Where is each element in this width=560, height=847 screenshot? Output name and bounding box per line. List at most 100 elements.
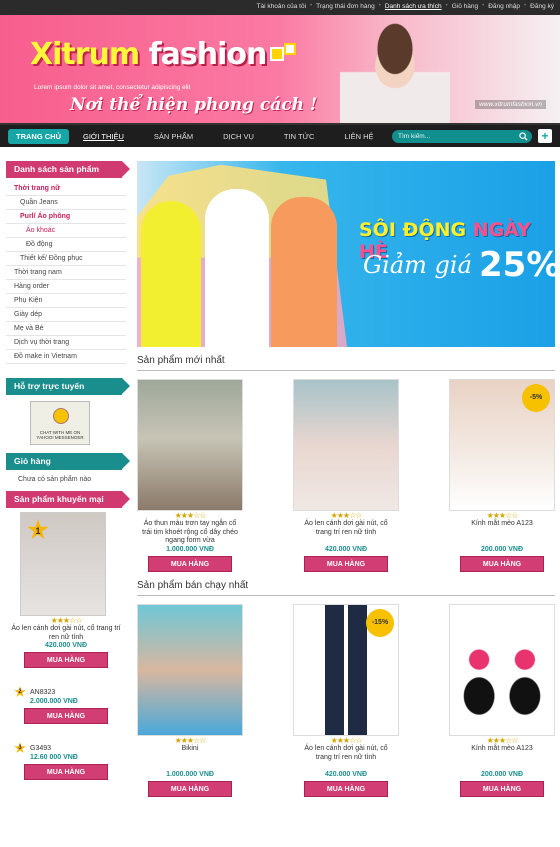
product-card: -15% ★★★☆☆ Áo len cánh dơi gài nút, cổ t… [293, 604, 399, 797]
link-order-status[interactable]: Trạng thái đơn hàng [316, 3, 375, 10]
link-login[interactable]: Đăng nhập [488, 3, 520, 10]
buy-button[interactable]: MUA HÀNG [304, 556, 388, 572]
left-sidebar: Danh sách sản phẩm Thời trang nữ Quần Je… [6, 161, 130, 780]
product-card: ★★★☆☆ Áo thun màu trơn tay ngắn cổ trái … [137, 379, 243, 572]
promo-title: Sản phẩm khuyến mại [6, 491, 130, 508]
product-image[interactable] [449, 604, 555, 736]
section-title: Sản phẩm bán chạy nhất [137, 572, 555, 596]
center-column: SÔI ĐỘNG NGÀY HÈ Giảm giá 25% Sản phẩm m… [137, 161, 555, 797]
banner-model [141, 201, 201, 347]
rating-stars: ★★★☆☆ [174, 511, 207, 520]
product-image[interactable] [137, 379, 243, 511]
new-products-grid: ★★★☆☆ Áo thun màu trơn tay ngắn cổ trái … [137, 379, 555, 572]
link-register[interactable]: Đăng ký [530, 3, 554, 10]
header-url: www.xitrumfashion.vn [475, 100, 546, 109]
main-content: Danh sách sản phẩm Thời trang nữ Quần Je… [0, 149, 560, 847]
discount-badge: -15% [366, 609, 394, 637]
category-item[interactable]: Giày dép [6, 308, 126, 322]
site-logo[interactable]: Xitrum fashion [30, 37, 267, 72]
banner-sale: Giảm giá [363, 251, 472, 279]
link-cart[interactable]: Giỏ hàng [452, 3, 478, 10]
promo-product-name[interactable]: Áo len cánh dơi gài nút, cổ trang trí re… [6, 625, 126, 642]
product-price: 1.000.000 VNĐ [166, 771, 214, 778]
rating-stars: ★★★☆☆ [174, 736, 207, 745]
promo-product-price: 420.000 VNĐ [44, 642, 88, 649]
header-tagline: Lorem ipsum dolor sit amet, consectetur … [34, 84, 191, 91]
nav-contact[interactable]: LIÊN HỆ [336, 129, 381, 144]
rating-stars: ★★★☆☆ [330, 511, 363, 520]
search-icon[interactable] [519, 132, 528, 141]
cart-empty-text: Chưa có sản phẩm nào [18, 476, 92, 483]
banner-model [205, 189, 269, 347]
category-item[interactable]: Áo khoác [6, 224, 126, 238]
rating-stars: ★★★☆☆ [50, 616, 83, 625]
category-item[interactable]: Dịch vụ thời trang [6, 336, 126, 350]
product-price: 420.000 VNĐ [324, 771, 368, 778]
rank-badge: 3 [14, 742, 26, 753]
rating-stars: ★★★☆☆ [486, 736, 519, 745]
nav-news[interactable]: TIN TỨC [276, 129, 322, 144]
product-name[interactable]: Kính mắt mèo A123 [449, 520, 555, 546]
buy-button[interactable]: MUA HÀNG [148, 556, 232, 572]
category-item[interactable]: Mẹ và Bé [6, 322, 126, 336]
product-name[interactable]: Kính mắt mèo A123 [449, 745, 555, 771]
main-nav: TRANG CHỦ GIỚI THIỆU SẢN PHẨM DỊCH VỤ TI… [0, 125, 560, 147]
yahoo-messenger-button[interactable]: CHAT WITH ME ON YAHOO! MESSENGER [30, 401, 90, 445]
product-price: 200.000 VNĐ [480, 771, 524, 778]
plus-icon[interactable]: + [538, 129, 552, 143]
cart-title: Giỏ hàng [6, 453, 130, 470]
buy-button[interactable]: MUA HÀNG [460, 556, 544, 572]
buy-button[interactable]: MUA HÀNG [460, 781, 544, 797]
product-image[interactable]: -15% [293, 604, 399, 736]
nav-products[interactable]: SẢN PHẨM [146, 129, 201, 144]
discount-badge: -5% [522, 384, 550, 412]
product-name[interactable]: Áo thun màu trơn tay ngắn cổ trái tim kh… [137, 520, 243, 546]
link-my-account[interactable]: Tài khoản của tôi [257, 3, 307, 10]
header-model-image [340, 15, 450, 123]
promo-product-image[interactable]: 1 [20, 512, 106, 616]
ranked-price: 12.60 000 VNĐ [30, 754, 78, 761]
category-item[interactable]: Purl/ Áo phông [6, 210, 126, 224]
buy-button[interactable]: MUA HÀNG [24, 764, 108, 780]
header-banner: Xitrum fashion Lorem ipsum dolor sit ame… [0, 12, 560, 125]
nav-about[interactable]: GIỚI THIỆU [75, 129, 132, 144]
ranked-item[interactable]: 3 G3493 [6, 742, 126, 754]
search-input[interactable]: Tìm kiếm... [392, 130, 532, 143]
nav-services[interactable]: DỊCH VỤ [215, 129, 262, 144]
category-item[interactable]: Đồ make in Vietnam [6, 350, 126, 364]
buy-button[interactable]: MUA HÀNG [24, 652, 108, 668]
buy-button[interactable]: MUA HÀNG [148, 781, 232, 797]
categories-title: Danh sách sản phẩm [6, 161, 130, 178]
category-item[interactable]: Thời trang nam [6, 266, 126, 280]
link-wishlist[interactable]: Danh sách ưa thích [385, 3, 442, 10]
category-item[interactable]: Thiết kế/ Đồng phục [6, 252, 126, 266]
category-item[interactable]: Thời trang nữ [6, 182, 126, 196]
best-sellers-grid: ★★★☆☆ Bikini 1.000.000 VNĐ MUA HÀNG -15%… [137, 604, 555, 797]
product-card: -5% ★★★☆☆ Kính mắt mèo A123 200.000 VNĐ … [449, 379, 555, 572]
buy-button[interactable]: MUA HÀNG [304, 781, 388, 797]
promo-banner[interactable]: SÔI ĐỘNG NGÀY HÈ Giảm giá 25% [137, 161, 555, 347]
smiley-icon [53, 408, 69, 424]
product-name[interactable]: Bikini [137, 745, 243, 771]
nav-home[interactable]: TRANG CHỦ [8, 128, 69, 144]
category-item[interactable]: Hàng order [6, 280, 126, 294]
product-name[interactable]: Áo len cánh dơi gài nút, cổ trang trí re… [293, 520, 399, 546]
ranked-item[interactable]: 2 AN8323 [6, 686, 126, 698]
category-item[interactable]: Phụ Kiện [6, 294, 126, 308]
product-card: ★★★☆☆ Bikini 1.000.000 VNĐ MUA HÀNG [137, 604, 243, 797]
category-item[interactable]: Đồ động [6, 238, 126, 252]
logo-square-decor [270, 47, 284, 61]
product-image[interactable]: -5% [449, 379, 555, 511]
rating-stars: ★★★☆☆ [330, 736, 363, 745]
product-image[interactable] [137, 604, 243, 736]
product-name[interactable]: Áo len cánh dơi gài nút, cổ trang trí re… [293, 745, 399, 771]
support-title: Hỗ trợ trực tuyến [6, 378, 130, 395]
product-price: 1.000.000 VNĐ [166, 546, 214, 553]
rank-badge: 2 [14, 686, 26, 697]
header-slogan: Nơi thể hiện phong cách ! [70, 95, 318, 115]
buy-button[interactable]: MUA HÀNG [24, 708, 108, 724]
top-bar: Tài khoản của tôi • Trạng thái đơn hàng • … [0, 0, 560, 12]
category-item[interactable]: Quần Jeans [6, 196, 126, 210]
product-price: 420.000 VNĐ [324, 546, 368, 553]
product-image[interactable] [293, 379, 399, 511]
